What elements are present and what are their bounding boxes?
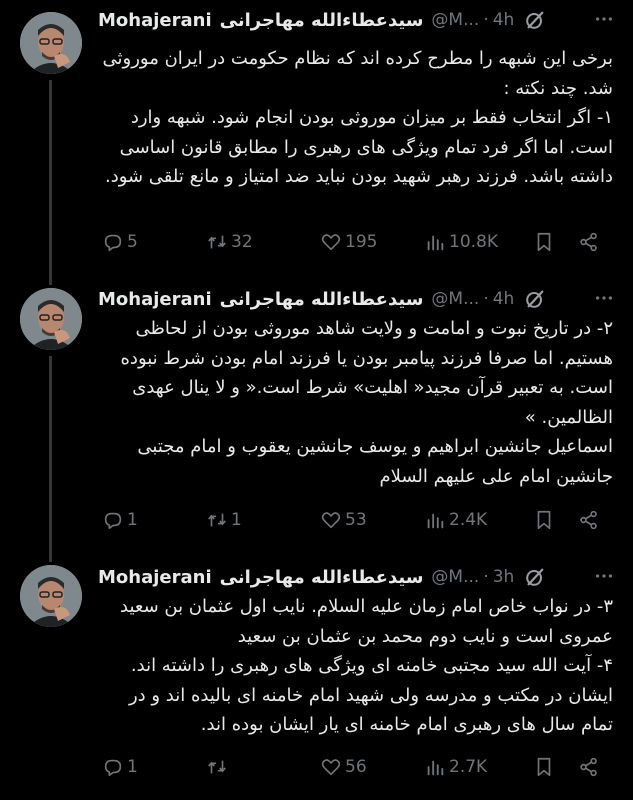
reply-count: 1: [127, 757, 138, 777]
share-button[interactable]: [578, 229, 600, 255]
retweet-icon: [208, 760, 226, 774]
author-handle[interactable]: @M...: [431, 289, 479, 309]
share-button[interactable]: [578, 754, 600, 780]
views-icon: [427, 760, 444, 776]
like-icon: [321, 759, 341, 776]
retweet-icon: [208, 513, 226, 527]
author-name[interactable]: Mohajerani: [98, 10, 212, 31]
tweet-actions: 5 32 195 10.8K: [98, 229, 608, 255]
retweet-icon: [208, 235, 226, 249]
reply-count: 1: [127, 510, 138, 530]
timestamp[interactable]: 3h: [493, 567, 515, 587]
retweet-count: 1: [231, 510, 242, 530]
like-count: 195: [345, 232, 378, 252]
author-handle[interactable]: @M...: [431, 10, 479, 30]
tweet-header: Mohajerani سیدعطاءالله مهاجرانی @M... · …: [98, 6, 615, 34]
bookmark-button[interactable]: [533, 754, 555, 780]
share-icon: [580, 232, 597, 252]
retweet-button[interactable]: 32: [206, 229, 253, 255]
like-button[interactable]: 53: [320, 507, 367, 533]
tweet-text: ۲- در تاریخ نبوت و امامت و ولایت شاهد مو…: [98, 314, 614, 491]
tweet-actions: 1 1 53 2.4K: [98, 507, 608, 533]
tweet-actions: 1 56 2.7K: [98, 754, 608, 780]
avatar[interactable]: [20, 12, 82, 74]
tweet-paragraph: ۱- اگر انتخاب فقط بر میزان موروثی بودن ا…: [104, 107, 613, 187]
tweet-paragraph: ۳- در نواب خاص امام زمان علیه السلام. نا…: [120, 596, 613, 647]
tweet-header: Mohajerani سیدعطاءالله مهاجرانی @M... · …: [98, 563, 615, 591]
tweet-text: ۳- در نواب خاص امام زمان علیه السلام. نا…: [98, 592, 613, 740]
like-count: 56: [345, 757, 367, 777]
retweet-button[interactable]: [206, 754, 231, 780]
thread-line: [49, 356, 52, 562]
bookmark-icon: [537, 757, 551, 777]
separator: ·: [483, 10, 489, 30]
share-button[interactable]: [578, 507, 600, 533]
views-button[interactable]: 2.4K: [424, 507, 487, 533]
retweet-count: 32: [231, 232, 253, 252]
views-count: 2.4K: [449, 510, 488, 530]
separator: ·: [483, 289, 489, 309]
grok-icon[interactable]: [524, 566, 546, 588]
views-icon: [427, 235, 444, 251]
separator: ·: [483, 567, 489, 587]
share-icon: [580, 510, 597, 530]
reply-count: 5: [127, 232, 138, 252]
grok-icon[interactable]: [524, 288, 546, 310]
grok-icon[interactable]: [524, 9, 546, 31]
bookmark-button[interactable]: [533, 507, 555, 533]
like-button[interactable]: 195: [320, 229, 377, 255]
tweet-text: برخی این شبهه را مطرح کرده اند که نظام ح…: [98, 44, 613, 192]
avatar[interactable]: [20, 288, 82, 350]
reply-button[interactable]: 1: [102, 754, 138, 780]
tweet-paragraph: ۲- در تاریخ نبوت و امامت و ولایت شاهد مو…: [120, 318, 614, 428]
views-count: 2.7K: [449, 757, 488, 777]
reply-icon: [104, 512, 122, 530]
views-icon: [427, 513, 444, 529]
tweet-paragraph: برخی این شبهه را مطرح کرده اند که نظام ح…: [102, 48, 613, 99]
author-handle[interactable]: @M...: [431, 567, 479, 587]
timestamp[interactable]: 4h: [493, 10, 515, 30]
author-name-fa[interactable]: سیدعطاءالله مهاجرانی: [220, 567, 424, 588]
avatar[interactable]: [20, 565, 82, 627]
views-button[interactable]: 2.7K: [424, 754, 487, 780]
author-name[interactable]: Mohajerani: [98, 567, 212, 588]
like-button[interactable]: 56: [320, 754, 367, 780]
timestamp[interactable]: 4h: [493, 289, 515, 309]
tweet-paragraph: ۴- آیت الله سید مجتبی خامنه ای ویژگی های…: [128, 655, 613, 735]
author-name-fa[interactable]: سیدعطاءالله مهاجرانی: [220, 289, 424, 310]
retweet-button[interactable]: 1: [206, 507, 242, 533]
more-icon[interactable]: [593, 565, 615, 587]
reply-icon: [104, 759, 122, 777]
bookmark-icon: [537, 232, 551, 252]
reply-icon: [104, 234, 122, 252]
share-icon: [580, 757, 597, 777]
more-icon[interactable]: [593, 287, 615, 309]
reply-button[interactable]: 5: [102, 229, 138, 255]
more-icon[interactable]: [593, 8, 615, 30]
reply-button[interactable]: 1: [102, 507, 138, 533]
like-icon: [321, 512, 341, 529]
like-count: 53: [345, 510, 367, 530]
views-button[interactable]: 10.8K: [424, 229, 498, 255]
bookmark-icon: [537, 510, 551, 530]
like-icon: [321, 234, 341, 251]
tweet-header: Mohajerani سیدعطاءالله مهاجرانی @M... · …: [98, 285, 615, 313]
tweet-paragraph: اسماعیل جانشین ابراهیم و یوسف جانشین یعق…: [137, 436, 613, 487]
bookmark-button[interactable]: [533, 229, 555, 255]
author-name-fa[interactable]: سیدعطاءالله مهاجرانی: [220, 10, 424, 31]
thread-line: [49, 80, 52, 285]
author-name[interactable]: Mohajerani: [98, 289, 212, 310]
views-count: 10.8K: [449, 232, 498, 252]
